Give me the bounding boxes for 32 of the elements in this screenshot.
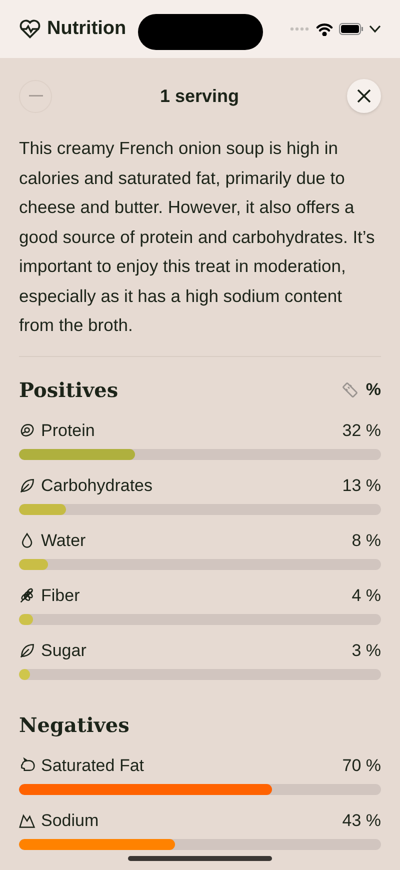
heart-pulse-icon [19, 19, 41, 39]
close-icon [356, 89, 371, 103]
serving-label: 1 serving [160, 84, 240, 108]
chevron-down-icon[interactable] [369, 25, 381, 33]
leaf-icon [19, 477, 36, 494]
nutrient-percent: 8 % [352, 530, 381, 550]
nutrient-percent: 13 % [342, 476, 381, 496]
minus-icon [28, 95, 42, 97]
nutrient-name: Saturated Fat [41, 756, 144, 776]
nutrient-percent: 32 % [342, 420, 381, 440]
nutrient-name: Protein [41, 420, 95, 440]
summary-paragraph: This creamy French onion soup is high in calories and saturated fat, primarily due to cheese and butter. However, it also offers a good source of protein and carbohydrates. It’s important to enjoy this treat in moderation, especially as it has a high sodium content from the broth. [19, 134, 381, 356]
section-heading: Positives [19, 376, 118, 404]
nutrient-name: Fiber [41, 586, 80, 606]
nutrient-name: Carbohydrates [41, 476, 153, 496]
nutrient-percent: 43 % [342, 810, 381, 830]
percent-toggle[interactable]: % [366, 376, 381, 402]
steak-icon [19, 422, 36, 439]
close-button[interactable] [346, 79, 381, 113]
nutrient-name: Sugar [41, 640, 86, 660]
section-heading: Negatives [19, 712, 130, 738]
nutrient-percent: 4 % [352, 586, 381, 606]
nutrient-name: Water [41, 530, 86, 550]
nutrient-percent: 3 % [352, 640, 381, 660]
app-title: Nutrition [47, 16, 126, 41]
nutrient-name: Sodium [41, 810, 99, 830]
battery-icon [339, 23, 363, 35]
nutrient-percent: 70 % [342, 756, 381, 776]
signal-dots-icon [290, 27, 310, 31]
leaf-icon [19, 642, 36, 659]
mountain-icon [19, 812, 36, 829]
wifi-icon [316, 22, 333, 36]
